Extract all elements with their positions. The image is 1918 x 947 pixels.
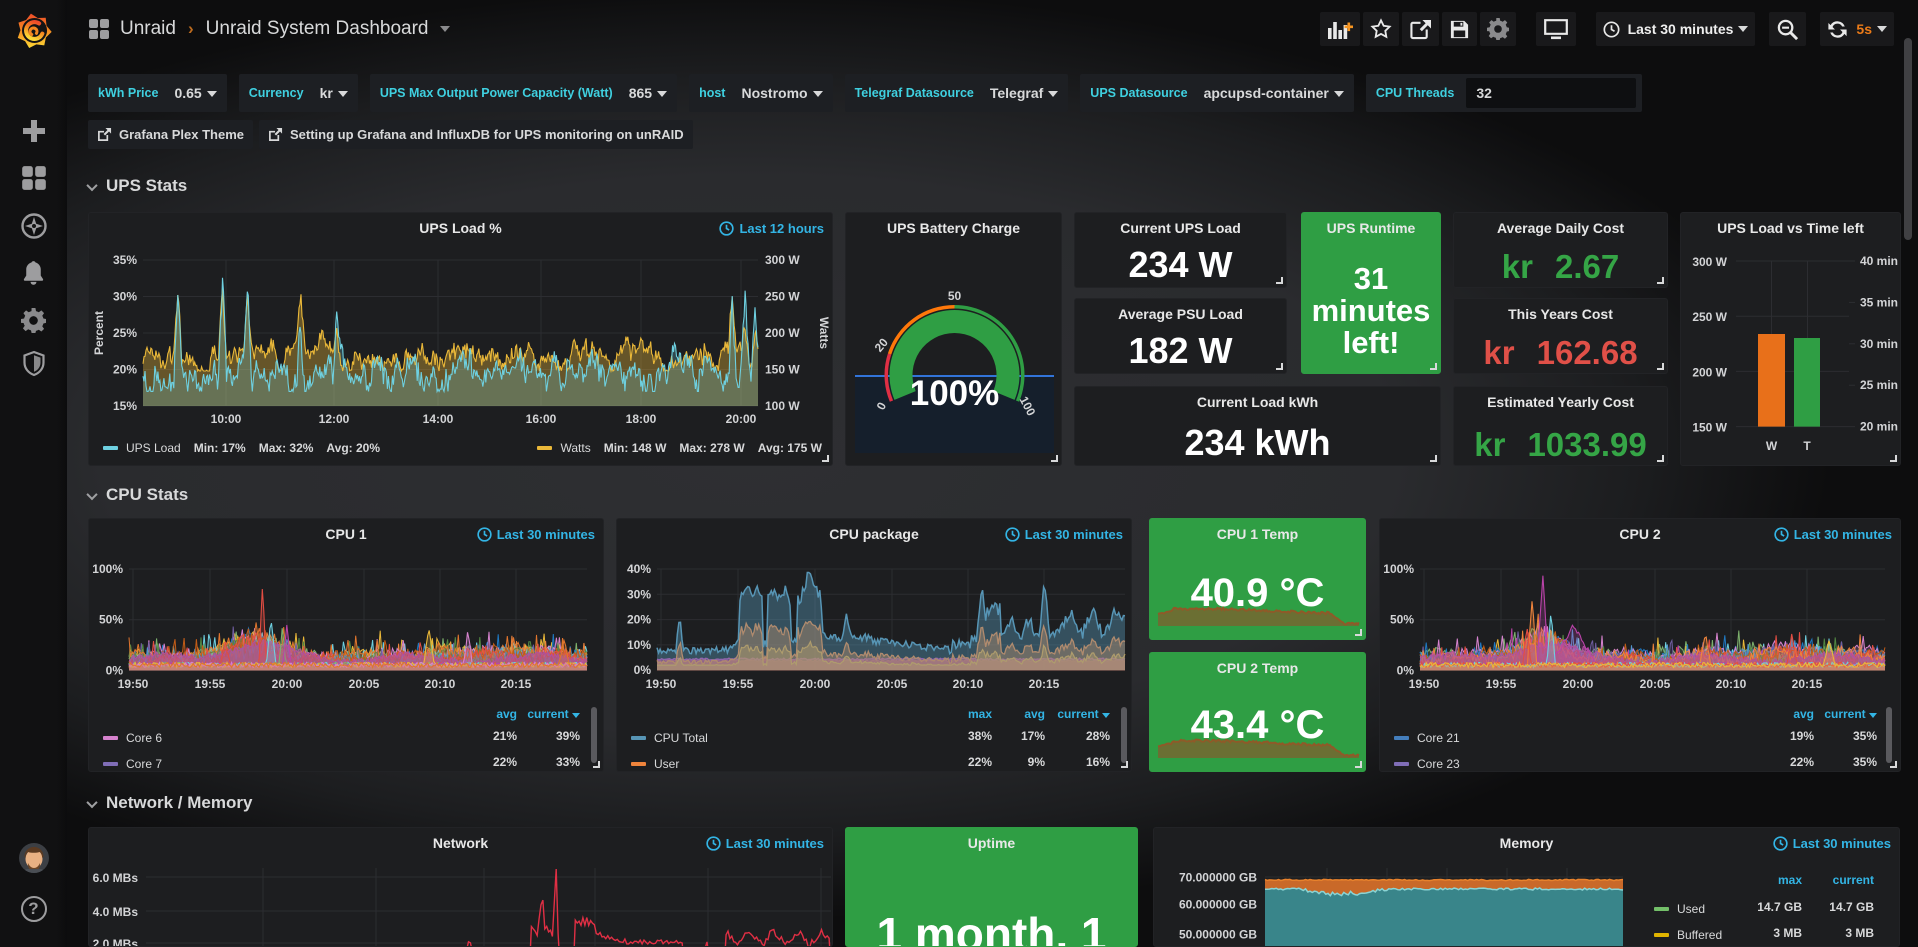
svg-text:0%: 0%: [634, 663, 652, 677]
svg-text:50%: 50%: [1390, 613, 1414, 627]
svg-text:16:00: 16:00: [526, 412, 557, 426]
svg-text:20:10: 20:10: [1716, 677, 1747, 691]
svg-text:20%: 20%: [113, 363, 137, 377]
svg-text:300 W: 300 W: [765, 253, 800, 267]
svg-text:200 W: 200 W: [765, 326, 800, 340]
svg-text:19:55: 19:55: [1486, 677, 1517, 691]
svg-text:250 W: 250 W: [1692, 310, 1727, 324]
svg-text:15%: 15%: [113, 399, 137, 413]
svg-text:30 min: 30 min: [1860, 337, 1898, 351]
svg-text:20:15: 20:15: [1029, 677, 1060, 691]
svg-text:Watts: Watts: [817, 317, 831, 350]
svg-text:T: T: [1803, 439, 1811, 453]
svg-text:30%: 30%: [113, 290, 137, 304]
svg-text:150 W: 150 W: [1692, 421, 1727, 435]
svg-text:20:00: 20:00: [726, 412, 757, 426]
svg-text:40 min: 40 min: [1860, 254, 1898, 268]
svg-text:10%: 10%: [627, 638, 651, 652]
svg-text:20:05: 20:05: [1640, 677, 1671, 691]
svg-text:Percent: Percent: [92, 311, 106, 355]
svg-text:20: 20: [872, 335, 892, 354]
svg-text:20:15: 20:15: [1792, 677, 1823, 691]
svg-text:30%: 30%: [627, 587, 651, 601]
svg-text:19:50: 19:50: [646, 677, 677, 691]
svg-text:20:05: 20:05: [349, 677, 380, 691]
svg-text:19:50: 19:50: [1409, 677, 1440, 691]
svg-text:20:00: 20:00: [1563, 677, 1594, 691]
svg-text:0%: 0%: [106, 664, 124, 678]
svg-text:50.000000 GB: 50.000000 GB: [1179, 928, 1257, 942]
svg-text:20:00: 20:00: [800, 677, 831, 691]
svg-text:20:10: 20:10: [425, 677, 456, 691]
svg-text:60.000000 GB: 60.000000 GB: [1179, 898, 1257, 912]
svg-text:200 W: 200 W: [1692, 365, 1727, 379]
svg-text:25 min: 25 min: [1860, 378, 1898, 392]
svg-text:25%: 25%: [113, 326, 137, 340]
svg-text:40%: 40%: [627, 562, 651, 576]
svg-text:14:00: 14:00: [423, 412, 454, 426]
svg-text:100 W: 100 W: [765, 399, 800, 413]
svg-text:100%: 100%: [910, 374, 1000, 413]
svg-text:0%: 0%: [1397, 664, 1415, 678]
svg-text:300 W: 300 W: [1692, 255, 1727, 269]
svg-text:50: 50: [948, 289, 962, 303]
svg-text:250 W: 250 W: [765, 290, 800, 304]
svg-text:18:00: 18:00: [626, 412, 657, 426]
svg-text:20:10: 20:10: [953, 677, 984, 691]
svg-text:20:15: 20:15: [501, 677, 532, 691]
svg-text:20 min: 20 min: [1860, 420, 1898, 434]
svg-text:12:00: 12:00: [319, 412, 350, 426]
svg-text:100%: 100%: [1383, 562, 1414, 576]
svg-text:20:00: 20:00: [272, 677, 303, 691]
svg-text:4.0 MBs: 4.0 MBs: [93, 905, 139, 919]
svg-text:50%: 50%: [99, 613, 123, 627]
svg-text:2.0 MBs: 2.0 MBs: [93, 937, 139, 947]
svg-text:35 min: 35 min: [1860, 295, 1898, 309]
svg-text:19:55: 19:55: [723, 677, 754, 691]
svg-text:20:05: 20:05: [877, 677, 908, 691]
svg-text:19:50: 19:50: [118, 677, 149, 691]
svg-text:W: W: [1766, 439, 1778, 453]
svg-text:19:55: 19:55: [195, 677, 226, 691]
svg-text:6.0 MBs: 6.0 MBs: [93, 871, 139, 885]
svg-text:100%: 100%: [92, 562, 123, 576]
svg-text:150 W: 150 W: [765, 363, 800, 377]
svg-text:10:00: 10:00: [211, 412, 242, 426]
svg-text:70.000000 GB: 70.000000 GB: [1179, 871, 1257, 885]
svg-text:35%: 35%: [113, 253, 137, 267]
svg-text:20%: 20%: [627, 613, 651, 627]
